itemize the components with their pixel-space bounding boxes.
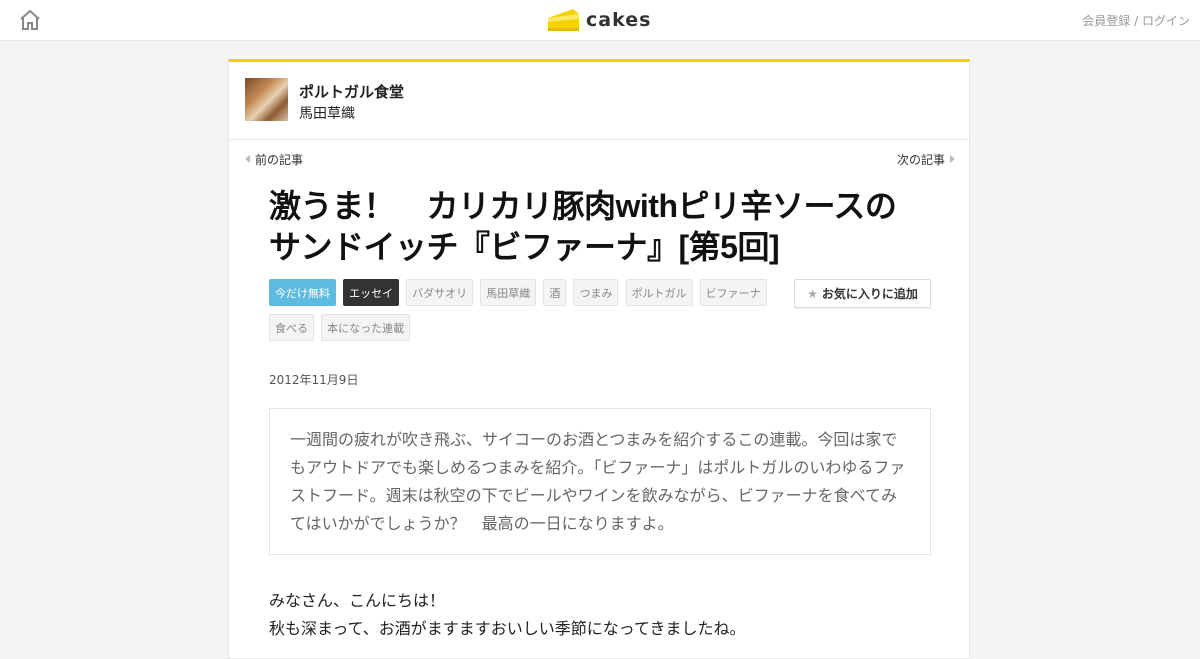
add-favorite-label: お気に入りに追加	[821, 287, 918, 301]
article-card: ポルトガル食堂 馬田草織 前の記事 次の記事 激うま！ カリカリ豚肉withピリ…	[228, 59, 970, 659]
home-icon[interactable]	[18, 8, 42, 32]
auth-separator: /	[1130, 14, 1142, 28]
auth-links: 会員登録 / ログイン	[1082, 12, 1190, 29]
prev-article-link[interactable]: 前の記事	[245, 151, 303, 168]
tag-taberu[interactable]: 食べる	[269, 314, 314, 341]
cakes-logo[interactable]: cakes	[547, 6, 651, 34]
article-lead: 一週間の疲れが吹き飛ぶ、サイコーのお酒とつまみを紹介するこの連載。今回は家でもア…	[269, 408, 931, 555]
next-article-link[interactable]: 次の記事	[897, 151, 955, 168]
series-thumbnail[interactable]	[245, 78, 288, 121]
tag-bifana[interactable]: ビファーナ	[699, 279, 767, 306]
prev-article-label: 前の記事	[255, 153, 304, 167]
tag-author[interactable]: 馬田草織	[480, 279, 537, 306]
series-author[interactable]: 馬田草織	[299, 103, 355, 123]
cake-icon	[548, 9, 579, 31]
register-link[interactable]: 会員登録	[1082, 14, 1130, 28]
top-bar: cakes 会員登録 / ログイン	[0, 0, 1200, 41]
add-favorite-button[interactable]: ★ お気に入りに追加	[794, 279, 931, 308]
arrow-right-icon	[950, 155, 955, 163]
tag-sake[interactable]: 酒	[543, 279, 567, 306]
series-title[interactable]: ポルトガル食堂	[299, 81, 404, 102]
body-paragraph: 秋も深まって、お酒がますますおいしい季節になってきましたね。	[269, 619, 746, 638]
tag-list: 今だけ無料 エッセイ バダサオリ 馬田草織 酒 つまみ ポルトガル ビファーナ …	[269, 279, 769, 349]
tag-essay[interactable]: エッセイ	[343, 279, 400, 306]
series-header: ポルトガル食堂 馬田草織	[229, 62, 969, 140]
tag-badasaori[interactable]: バダサオリ	[406, 279, 474, 306]
next-article-label: 次の記事	[896, 153, 945, 167]
tag-book-series[interactable]: 本になった連載	[321, 314, 411, 341]
body-paragraph: みなさん、こんにちは！	[269, 591, 446, 610]
tag-portugal[interactable]: ポルトガル	[625, 279, 693, 306]
tag-free[interactable]: 今だけ無料	[269, 279, 336, 306]
article-title-line2: サンドイッチ『ビファーナ』[第5回]	[269, 229, 780, 265]
publish-date: 2012年11月9日	[269, 373, 359, 387]
article-title-line1: 激うま！ カリカリ豚肉withピリ辛ソースの	[269, 188, 897, 224]
login-link[interactable]: ログイン	[1142, 14, 1190, 28]
star-icon: ★	[807, 286, 818, 301]
article-title: 激うま！ カリカリ豚肉withピリ辛ソースの サンドイッチ『ビファーナ』[第5回…	[269, 186, 939, 268]
tag-tsumami[interactable]: つまみ	[573, 279, 619, 306]
article-body: みなさん、こんにちは！ 秋も深まって、お酒がますますおいしい季節になってきました…	[269, 587, 931, 643]
logo-text: cakes	[586, 9, 652, 31]
arrow-left-icon	[245, 155, 250, 163]
